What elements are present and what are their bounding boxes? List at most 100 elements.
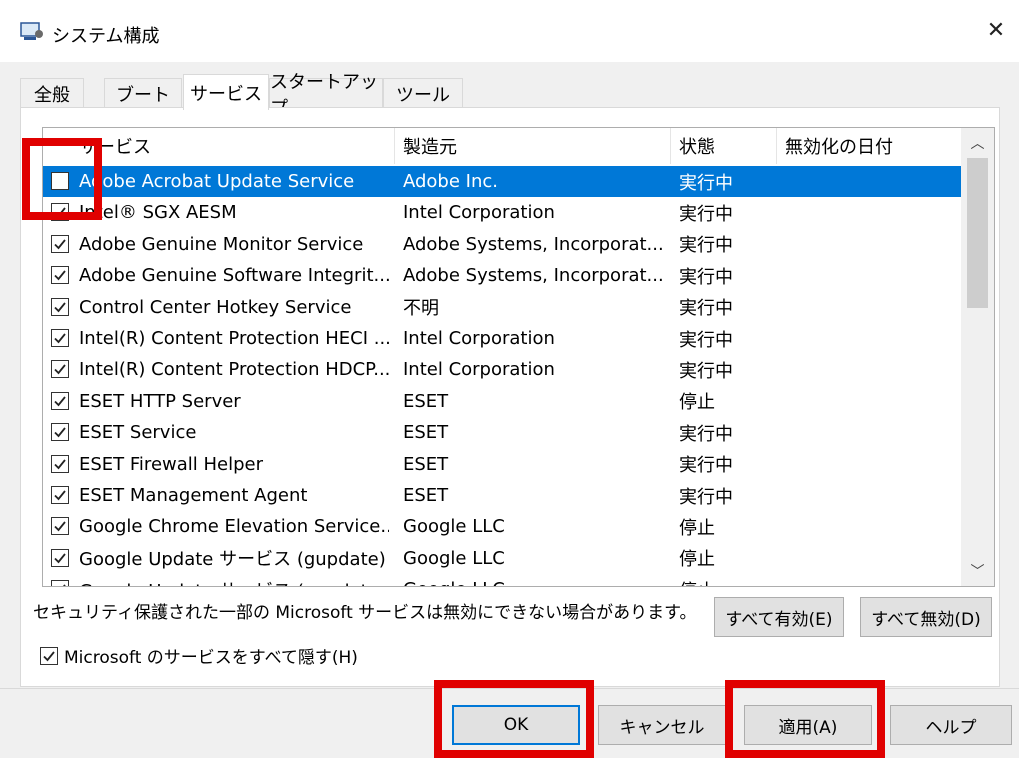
service-checkbox[interactable] (51, 548, 69, 567)
service-name: Intel® SGX AESM (79, 202, 237, 224)
service-manufacturer: Adobe Inc. (403, 171, 498, 192)
hide-ms-services-option[interactable]: Microsoft のサービスをすべて隠す(H) (40, 643, 358, 668)
service-row[interactable]: Google Update サービス (gupdate) Google LLC 停止 (43, 543, 963, 574)
service-name: Google Update サービス (gupdate) (79, 549, 386, 571)
service-status: 停止 (679, 549, 715, 571)
service-checkbox[interactable] (51, 517, 69, 536)
column-header-service[interactable]: サービス (43, 128, 395, 164)
checkmark-icon (54, 521, 66, 532)
service-manufacturer: Google LLC (403, 547, 505, 569)
tab-services[interactable]: サービス (183, 74, 269, 110)
service-row[interactable]: Intel(R) Content Protection HDCP... Intel… (43, 354, 963, 385)
service-manufacturer: Google LLC (403, 574, 665, 586)
enable-all-button[interactable]: すべて有効(E) (714, 597, 844, 637)
service-manufacturer: Adobe Systems, Incorporat... (403, 265, 664, 287)
service-status: 実行中 (679, 329, 733, 351)
service-checkbox[interactable] (51, 360, 69, 379)
service-checkbox[interactable] (51, 329, 69, 347)
service-status: 実行中 (679, 235, 733, 257)
checkmark-icon (54, 364, 66, 375)
service-checkbox[interactable] (51, 297, 69, 316)
service-status: 停止 (679, 517, 715, 539)
service-row[interactable]: ESET Service ESET 実行中 (43, 417, 963, 448)
service-status: 実行中 (679, 486, 733, 508)
service-row[interactable]: Intel® SGX AESM Intel Corporation 実行中 (43, 197, 963, 228)
checkmark-icon (54, 396, 66, 407)
service-manufacturer: Intel Corporation (403, 202, 555, 224)
service-checkbox[interactable] (51, 454, 69, 473)
checkmark-icon (54, 333, 66, 344)
checkmark-icon (43, 650, 55, 661)
security-note: セキュリティ保護された一部の Microsoft サービスは無効にできない場合が… (33, 603, 697, 623)
service-name: Adobe Genuine Monitor Service (79, 233, 364, 255)
service-status: 停止 (679, 392, 715, 414)
service-manufacturer: ESET (403, 422, 449, 444)
column-header-status[interactable]: 状態 (671, 128, 777, 164)
service-name: Control Center Hotkey Service (79, 296, 352, 318)
service-checkbox[interactable] (51, 234, 69, 253)
tab-startup[interactable]: スタートアップ (269, 72, 383, 119)
tab-tools[interactable]: ツール (383, 78, 463, 108)
hide-ms-checkbox[interactable] (40, 646, 58, 665)
hide-ms-label: Microsoft のサービスをすべて隠す(H) (64, 648, 358, 668)
service-checkbox[interactable] (51, 580, 69, 586)
help-button[interactable]: ヘルプ (890, 705, 1012, 745)
service-status: 停止 (679, 574, 775, 586)
vertical-scrollbar[interactable]: ︿ ﹀ (961, 128, 994, 586)
service-manufacturer: Adobe Systems, Incorporat... (403, 233, 664, 255)
service-manufacturer: ESET (403, 390, 449, 412)
checkmark-icon (63, 584, 66, 586)
service-row[interactable]: Adobe Genuine Software Integrit... Adobe … (43, 260, 963, 291)
service-row[interactable]: ESET Management Agent ESET 実行中 (43, 480, 963, 511)
service-checkbox[interactable] (51, 486, 69, 504)
service-status: 実行中 (679, 360, 733, 382)
tab-general[interactable]: 全般 (20, 78, 84, 108)
service-row[interactable]: ESET HTTP Server ESET 停止 (43, 386, 963, 417)
service-checkbox[interactable] (51, 391, 69, 410)
checkmark-icon (54, 302, 66, 312)
service-name: Intel(R) Content Protection HDCP... (79, 359, 389, 381)
column-header-disabled-date[interactable]: 無効化の日付 (777, 128, 963, 164)
scroll-thumb[interactable] (967, 158, 988, 308)
close-icon[interactable]: ✕ (973, 10, 1019, 50)
service-name: Intel(R) Content Protection HECI ... (79, 328, 389, 349)
service-row[interactable]: Adobe Acrobat Update Service Adobe Inc. 実行… (43, 166, 963, 198)
ok-button[interactable]: OK (452, 705, 580, 745)
checkmark-icon (54, 207, 66, 218)
column-header-manufacturer[interactable]: 製造元 (395, 128, 671, 164)
service-status: 実行中 (679, 298, 733, 320)
service-status: 実行中 (679, 423, 733, 445)
service-status: 実行中 (679, 203, 733, 225)
disable-all-button[interactable]: すべて無効(D) (860, 597, 992, 637)
service-manufacturer: Google LLC (403, 516, 505, 538)
tab-boot[interactable]: ブート (104, 78, 182, 108)
checkmark-icon (54, 490, 66, 501)
service-checkbox[interactable] (51, 203, 69, 222)
service-name: ESET Firewall Helper (79, 453, 263, 475)
scroll-down-icon[interactable]: ﹀ (961, 556, 994, 586)
service-name: Adobe Acrobat Update Service (79, 171, 355, 192)
apply-button[interactable]: 適用(A) (744, 705, 872, 745)
footer-divider (0, 688, 1019, 689)
service-status: 実行中 (679, 266, 733, 288)
service-name: ESET HTTP Server (79, 390, 241, 412)
service-name: Adobe Genuine Software Integrit... (79, 265, 389, 287)
list-header: サービス 製造元 状態 無効化の日付 (43, 128, 963, 164)
service-checkbox[interactable] (51, 423, 69, 442)
services-list[interactable]: サービス 製造元 状態 無効化の日付 Adobe Acrobat Update … (42, 127, 995, 587)
service-manufacturer: ESET (403, 485, 449, 506)
scroll-up-icon[interactable]: ︿ (961, 128, 994, 158)
checkmark-icon (54, 270, 66, 281)
service-row[interactable]: Intel(R) Content Protection HECI ... Inte… (43, 323, 963, 354)
cancel-button[interactable]: キャンセル (598, 705, 726, 745)
checkmark-icon (54, 553, 66, 564)
window-title: システム構成 (52, 26, 160, 47)
service-row[interactable]: Google Chrome Elevation Service... Google… (43, 511, 963, 542)
service-checkbox[interactable] (51, 266, 69, 285)
service-row[interactable]: Adobe Genuine Monitor Service Adobe Syste… (43, 229, 963, 260)
service-row[interactable]: Control Center Hotkey Service 不明 実行中 (43, 292, 963, 323)
checkmark-icon (54, 239, 66, 250)
service-checkbox[interactable] (51, 172, 69, 190)
service-row[interactable]: Google Update サービス (gupdatem) Google LLC 停… (43, 574, 963, 586)
service-row[interactable]: ESET Firewall Helper ESET 実行中 (43, 449, 963, 480)
